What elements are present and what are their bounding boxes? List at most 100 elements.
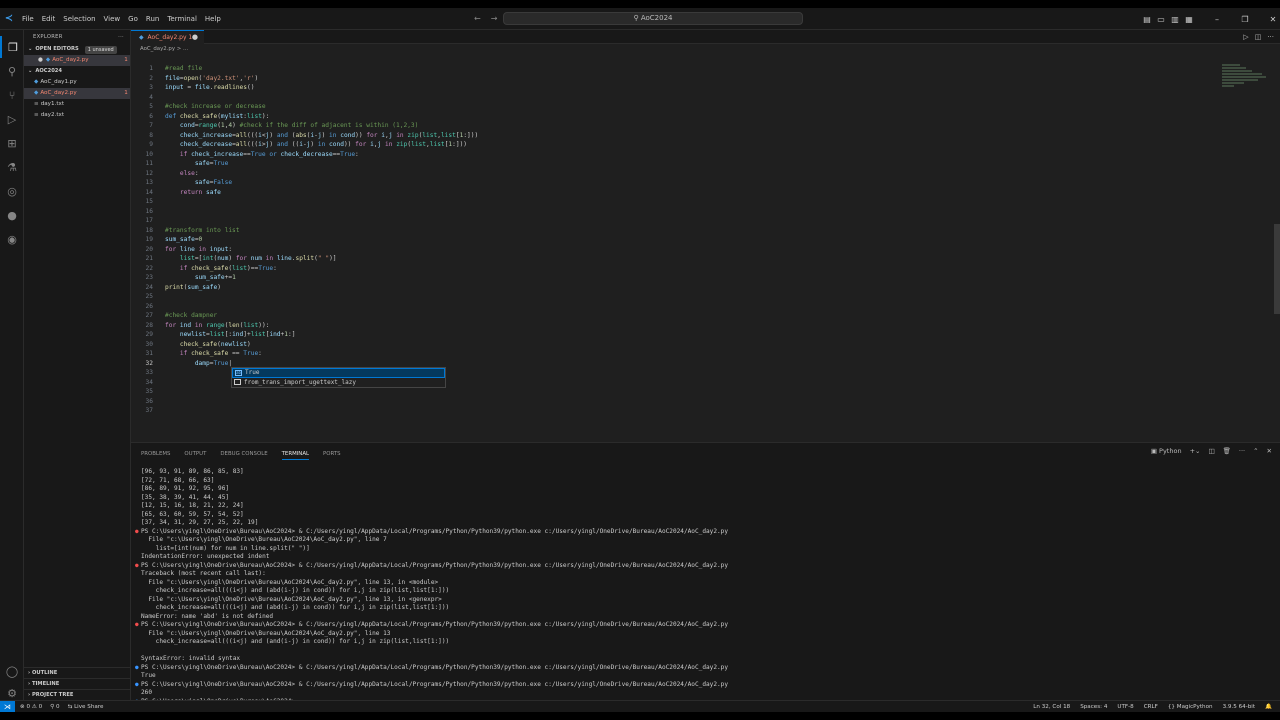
live-share-status[interactable]: ⇆ Live Share [68, 704, 104, 710]
file-item[interactable]: ≡ day2.txt [24, 110, 130, 121]
terminal-output[interactable]: [96, 93, 91, 89, 86, 85, 83] [72, 71, 68,… [135, 468, 1261, 706]
split-editor-icon[interactable]: ◫ [1255, 30, 1262, 44]
toggle-panel-icon[interactable]: ▭ [1154, 15, 1168, 24]
account-icon[interactable]: ◯ [0, 660, 24, 682]
terminal-line-text: [35, 38, 39, 41, 44, 45] [141, 493, 230, 501]
file-item[interactable]: ◆ AoC_day2.py 1 [24, 88, 130, 99]
menu-selection[interactable]: Selection [59, 8, 99, 30]
tab-output[interactable]: OUTPUT [184, 451, 206, 460]
menu-edit[interactable]: Edit [38, 8, 60, 30]
project-tree-section[interactable]: › PROJECT TREE [24, 689, 131, 700]
line-number: 29 [145, 331, 153, 338]
ports-status[interactable]: ⚲ 0 [50, 704, 59, 710]
outline-section[interactable]: › OUTLINE [24, 667, 131, 678]
terminal-line: 260 [141, 689, 1261, 698]
search-icon[interactable]: ⚲ [0, 60, 24, 82]
menu-run[interactable]: Run [142, 8, 163, 30]
tab-ports[interactable]: PORTS [323, 451, 341, 460]
line-number: 5 [149, 103, 153, 110]
tab-problems[interactable]: PROBLEMS [141, 451, 170, 460]
terminal-line-text: File "c:\Users\yingl\OneDrive\Bureau\AoC… [141, 629, 391, 637]
menu-terminal[interactable]: Terminal [163, 8, 201, 30]
cursor-position[interactable]: Ln 32, Col 18 [1033, 701, 1070, 712]
python-interpreter[interactable]: 3.9.5 64-bit [1223, 701, 1255, 712]
menu-go[interactable]: Go [124, 8, 142, 30]
menu-view[interactable]: View [100, 8, 125, 30]
editor-scrollbar[interactable] [1274, 54, 1280, 442]
extensions-icon[interactable]: ⊞ [0, 132, 24, 154]
remote-indicator-icon[interactable]: ⋊ [0, 700, 15, 712]
run-file-icon[interactable]: ▷ [1243, 30, 1248, 44]
file-item[interactable]: ≡ day1.txt [24, 99, 130, 110]
menu-help[interactable]: Help [201, 8, 225, 30]
indentation[interactable]: Spaces: 4 [1080, 701, 1107, 712]
back-arrow-icon[interactable]: ← [474, 8, 481, 30]
remote-explorer-icon[interactable]: ◎ [0, 180, 24, 202]
terminal-line-text: [86, 89, 91, 92, 95, 96] [141, 485, 230, 492]
more-actions-icon[interactable]: ··· [1267, 30, 1274, 44]
suggestion-item[interactable]: from_trans_import_ugettext_lazy [232, 378, 445, 388]
terminal-line-text: PS C:\Users\yingl\OneDrive\Bureau\AoC202… [141, 663, 728, 671]
line-number: 8 [149, 131, 153, 139]
timeline-section[interactable]: › TIMELINE [24, 678, 131, 689]
customize-layout-icon[interactable]: ▦ [1182, 15, 1196, 24]
code-line: return safe [179, 188, 221, 196]
folder-section[interactable]: ⌄ AOC2024 [24, 66, 130, 77]
problems-status[interactable]: ⊗ 0 ⚠ 0 [20, 704, 42, 710]
menu-file[interactable]: File [18, 8, 38, 30]
close-editor-icon[interactable]: ● [38, 55, 43, 66]
terminal-line-text: list=[int(num) for num in line.split(" "… [141, 544, 310, 552]
terminal-line: SyntaxError: invalid syntax [141, 655, 1261, 664]
copilot-icon[interactable]: ◉ [0, 228, 24, 250]
open-editors-section[interactable]: ⌄ OPEN EDITORS 1 unsaved [24, 44, 130, 55]
minimap[interactable] [1222, 64, 1272, 104]
command-center-search[interactable]: ⚲ AoC2024 [503, 12, 803, 25]
code-line: input = file.readlines() [165, 84, 255, 91]
python-icon[interactable]: ● [0, 204, 24, 226]
toggle-secondary-sidebar-icon[interactable]: ▥ [1168, 15, 1182, 24]
run-debug-icon[interactable]: ▷ [0, 108, 24, 130]
explorer-icon[interactable]: ❐ [0, 36, 24, 58]
close-icon[interactable]: ✕ [1266, 15, 1280, 24]
bottom-panel: PROBLEMS OUTPUT DEBUG CONSOLE TERMINAL P… [131, 442, 1280, 705]
source-control-icon[interactable]: ⑂ [0, 84, 24, 106]
toggle-sidebar-icon[interactable]: ▤ [1140, 15, 1154, 24]
file-item[interactable]: ◆ AoC_day1.py [24, 77, 130, 88]
text-file-icon: ≡ [34, 101, 39, 107]
more-actions-icon[interactable]: ··· [1239, 447, 1245, 455]
more-actions-icon[interactable]: ··· [118, 30, 124, 44]
end-of-line[interactable]: CRLF [1144, 701, 1158, 712]
editor-tab-bar: ◆ AoC_day2.py 1 ● ▷ ◫ ··· [131, 30, 1280, 44]
suggestion-item[interactable]: ab True [232, 368, 445, 378]
tab-terminal[interactable]: TERMINAL [281, 451, 310, 460]
terminal-line-text: [37, 34, 31, 29, 27, 25, 22, 19] [141, 519, 259, 526]
notifications-bell-icon[interactable]: 🔔 [1265, 701, 1272, 712]
language-mode[interactable]: {} MagicPython [1168, 701, 1213, 712]
kill-terminal-icon[interactable]: 🗑 [1223, 447, 1231, 455]
terminal-line-text: PS C:\Users\yingl\OneDrive\Bureau\AoC202… [141, 621, 728, 628]
command-status-icon: ● [135, 561, 139, 569]
testing-icon[interactable]: ⚗ [0, 156, 24, 178]
open-editor-item[interactable]: ● ◆ AoC_day2.py 1 [24, 55, 130, 66]
unsaved-dot-icon[interactable]: ● [192, 31, 198, 44]
line-number: 30 [145, 340, 153, 348]
close-panel-icon[interactable]: ✕ [1267, 447, 1272, 455]
minimize-icon[interactable]: – [1210, 15, 1224, 24]
line-number: 15 [145, 198, 153, 205]
unsaved-badge: 1 unsaved [84, 45, 117, 54]
split-terminal-icon[interactable]: ◫ [1208, 447, 1214, 455]
maximize-panel-icon[interactable]: ⌃ [1253, 447, 1258, 455]
code-line: #read file [165, 65, 203, 72]
encoding[interactable]: UTF-8 [1117, 701, 1133, 712]
code-line: sum_safe=0 [165, 236, 203, 243]
line-number: 6 [149, 112, 153, 120]
maximize-icon[interactable]: ❐ [1238, 15, 1252, 24]
editor-tab[interactable]: ◆ AoC_day2.py 1 ● [131, 30, 204, 44]
breadcrumb[interactable]: AoC_day2.py > ... [131, 44, 188, 54]
tab-debug-console[interactable]: DEBUG CONSOLE [220, 451, 267, 460]
forward-arrow-icon[interactable]: → [491, 8, 498, 30]
terminal-shell-selector[interactable]: ▣ Python [1151, 447, 1182, 455]
scrollbar-thumb[interactable] [1274, 224, 1280, 314]
new-terminal-icon[interactable]: +⌄ [1190, 447, 1201, 455]
keyword-icon: ab [235, 369, 242, 376]
